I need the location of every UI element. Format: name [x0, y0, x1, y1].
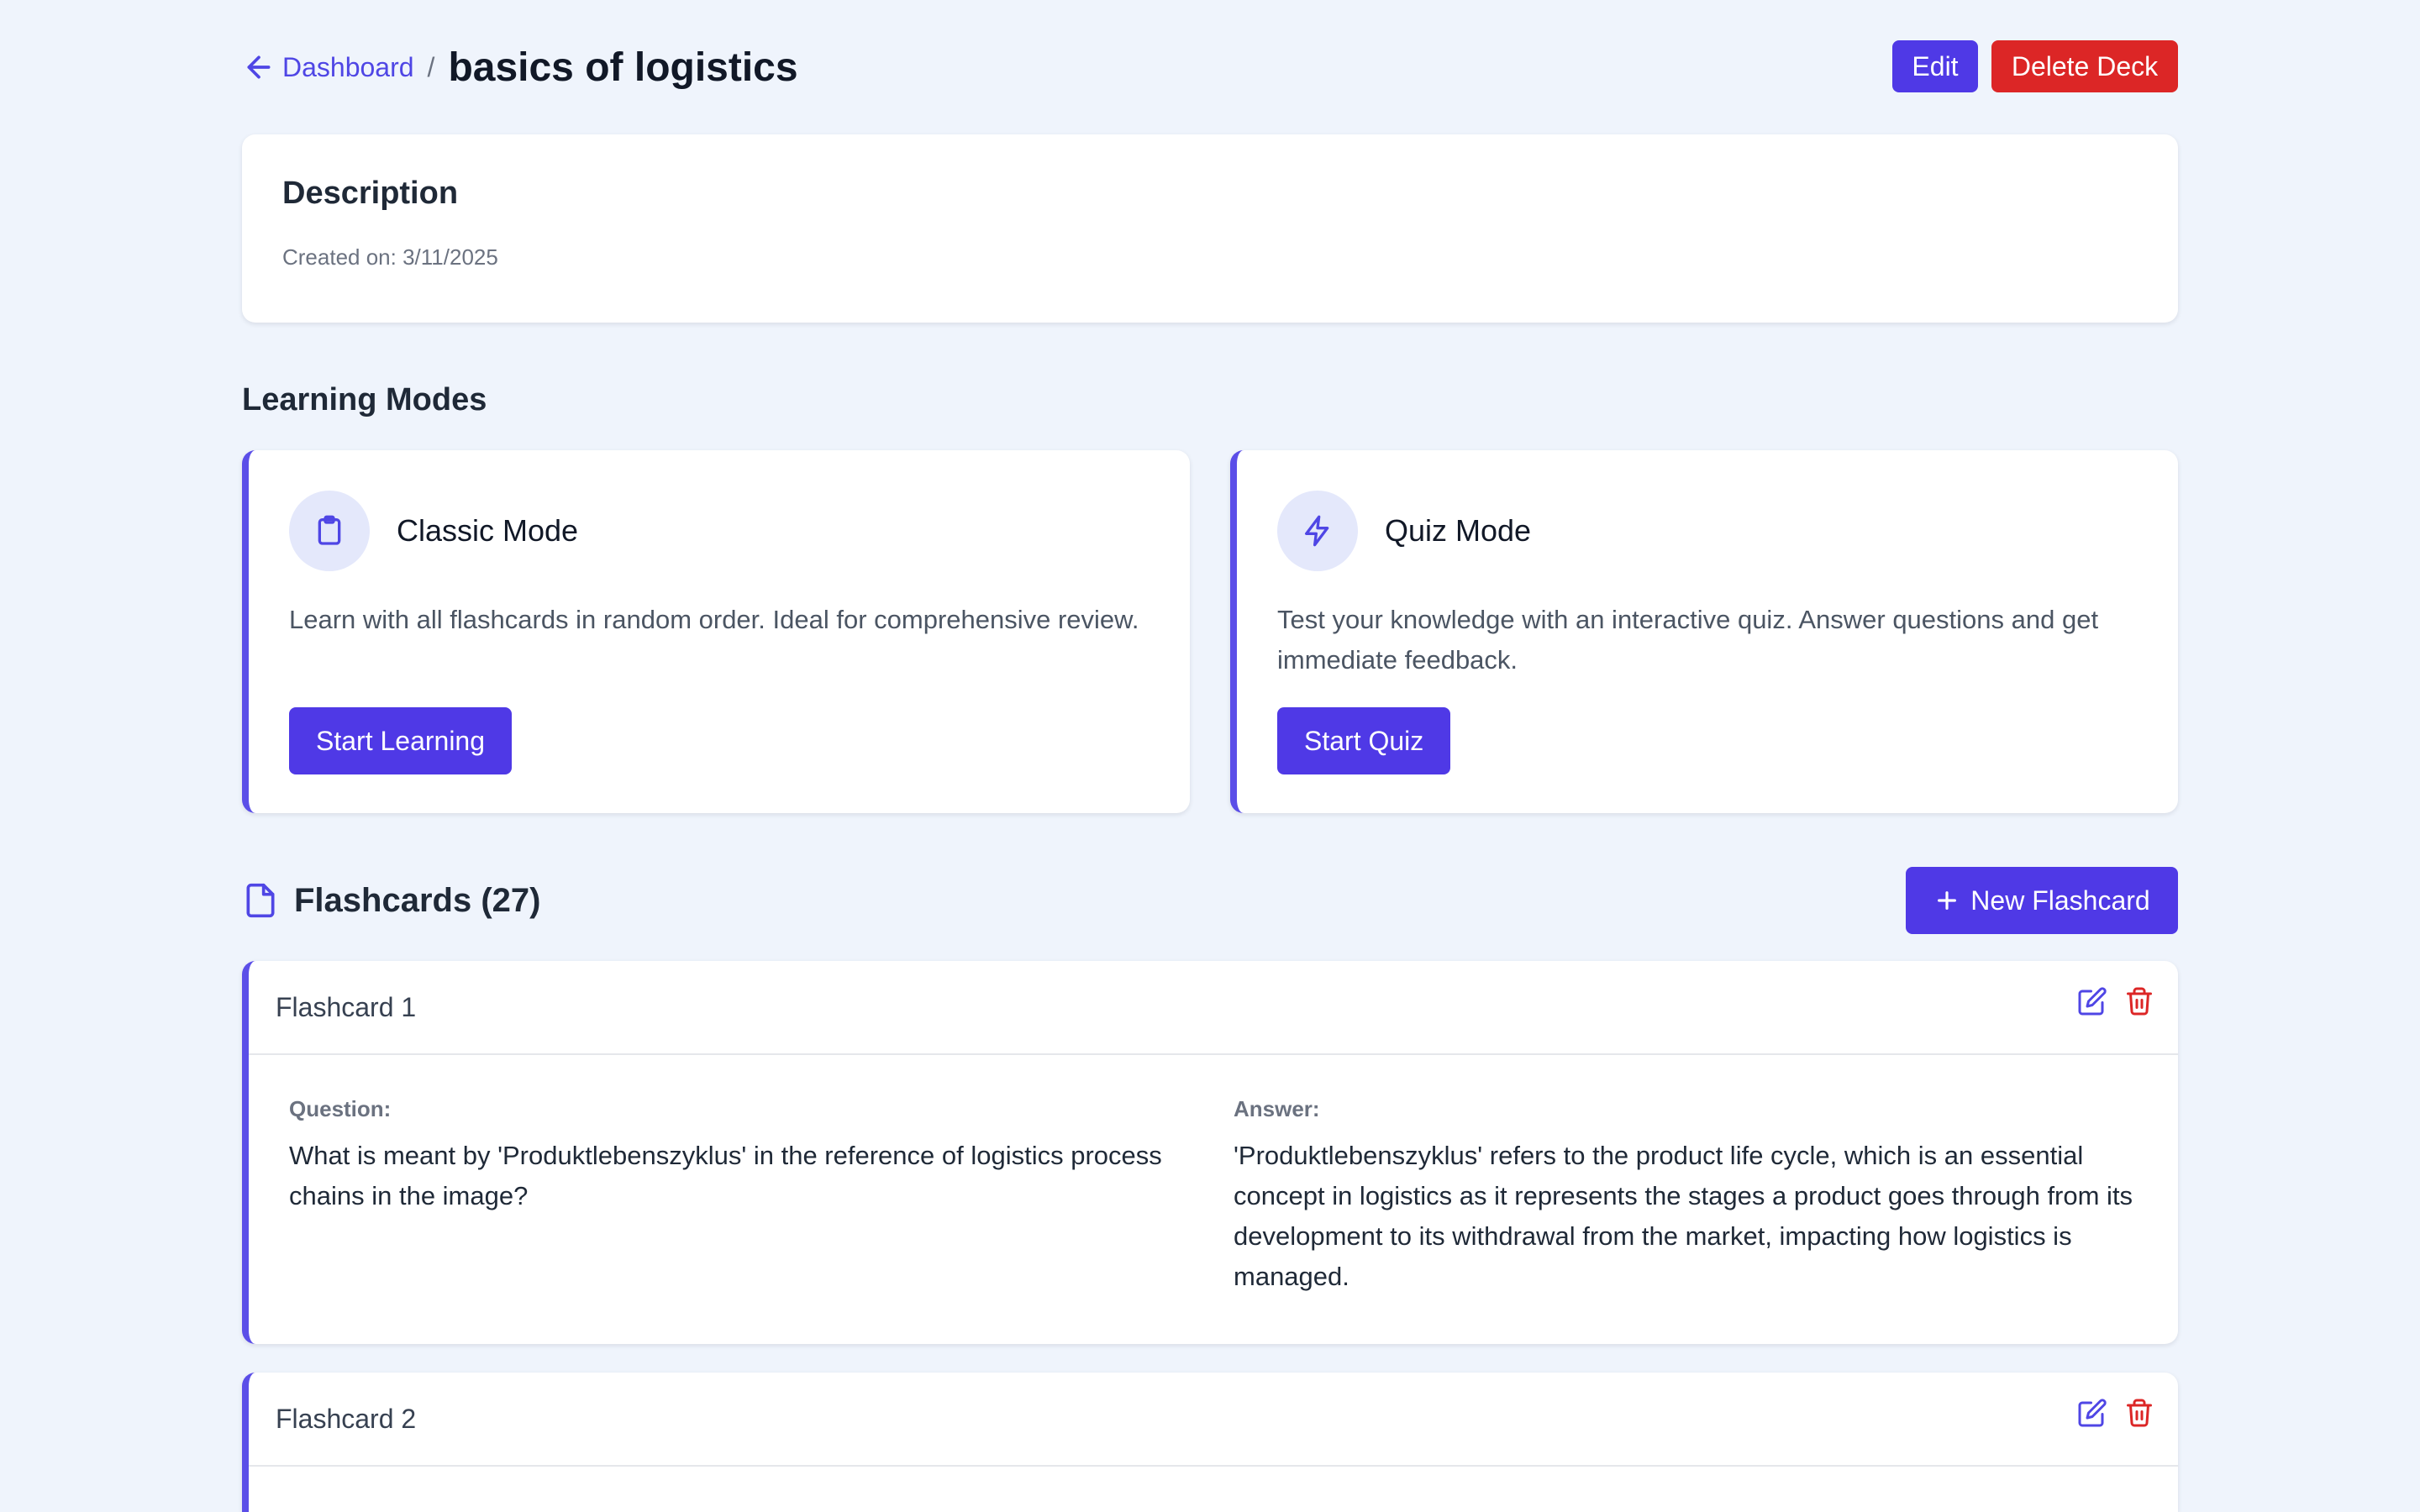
flashcard-item: Flashcard 2 [242, 1373, 2178, 1512]
flashcards-title-group: Flashcards (27) [242, 867, 540, 934]
description-title: Description [282, 176, 459, 211]
quiz-mode-icon-circle [1277, 491, 1358, 571]
classic-mode-header: Classic Mode [289, 491, 1150, 571]
flashcard-header: Flashcard 2 [249, 1373, 2178, 1467]
clipboard-icon [318, 515, 341, 545]
quiz-mode-name: Quiz Mode [1385, 513, 1532, 548]
quiz-mode-card: Quiz Mode Test your knowledge with an in… [1230, 450, 2178, 813]
learning-modes-title: Learning Modes [242, 382, 487, 417]
flashcards-header: Flashcards (27) New Flashcard [242, 867, 2178, 934]
flashcards-title: Flashcards (27) [294, 881, 541, 919]
flashcard-answer: Answer: 'Produktlebenszyklus' refers to … [1234, 1095, 2141, 1297]
question-label: Question: [289, 1096, 392, 1121]
arrow-left-icon [247, 55, 271, 79]
flashcard-question: Question: What is meant by 'Produktleben… [289, 1095, 1197, 1216]
new-flashcard-label: New Flashcard [1970, 885, 2150, 916]
breadcrumb: Dashboard / basics of logistics [242, 40, 798, 94]
trash-icon [2127, 1399, 2152, 1427]
edit-icon [2078, 1399, 2107, 1427]
delete-deck-button[interactable]: Delete Deck [1991, 40, 2178, 92]
plus-icon [1938, 891, 1957, 910]
page-header: Dashboard / basics of logistics Edit Del… [242, 40, 2178, 94]
new-flashcard-button[interactable]: New Flashcard [1906, 867, 2178, 934]
answer-text: 'Produktlebenszyklus' refers to the prod… [1234, 1141, 2133, 1291]
answer-label: Answer: [1234, 1096, 1320, 1121]
flashcard-name: Flashcard 1 [276, 992, 417, 1022]
classic-mode-description: Learn with all flashcards in random orde… [289, 605, 1139, 634]
back-to-dashboard-link[interactable]: Dashboard [242, 50, 414, 84]
edit-flashcard-button[interactable] [2077, 1398, 2107, 1428]
flashcard-actions [2077, 1398, 2154, 1428]
delete-flashcard-button[interactable] [2124, 1398, 2154, 1428]
edit-flashcard-button[interactable] [2077, 986, 2107, 1016]
classic-mode-icon-circle [289, 491, 370, 571]
description-card: Description Created on: 3/11/2025 [242, 134, 2178, 323]
flashcard-item: Flashcard 1 Question: What is meant by '… [242, 961, 2178, 1344]
header-actions: Edit Delete Deck [1892, 40, 2178, 94]
back-link-label: Dashboard [282, 51, 414, 82]
start-quiz-button[interactable]: Start Quiz [1277, 707, 1451, 774]
lightning-icon [1305, 515, 1329, 547]
edit-deck-button[interactable]: Edit [1892, 40, 1978, 92]
classic-mode-name: Classic Mode [397, 513, 579, 548]
quiz-mode-header: Quiz Mode [1277, 491, 2138, 571]
start-learning-button[interactable]: Start Learning [289, 707, 513, 774]
breadcrumb-separator: / [427, 51, 435, 82]
classic-mode-card: Classic Mode Learn with all flashcards i… [242, 450, 1190, 813]
edit-icon [2078, 987, 2107, 1016]
delete-flashcard-button[interactable] [2124, 986, 2154, 1016]
page-title: basics of logistics [448, 45, 798, 90]
flashcard-actions [2077, 986, 2154, 1016]
trash-icon [2127, 987, 2152, 1016]
created-date: Created on: 3/11/2025 [282, 244, 498, 270]
learning-modes: Classic Mode Learn with all flashcards i… [242, 450, 2178, 813]
document-icon [246, 883, 275, 918]
flashcard-header: Flashcard 1 [249, 961, 2178, 1055]
quiz-mode-description: Test your knowledge with an interactive … [1277, 605, 2099, 675]
question-text: What is meant by 'Produktlebenszyklus' i… [289, 1141, 1162, 1210]
flashcard-name: Flashcard 2 [276, 1404, 417, 1434]
